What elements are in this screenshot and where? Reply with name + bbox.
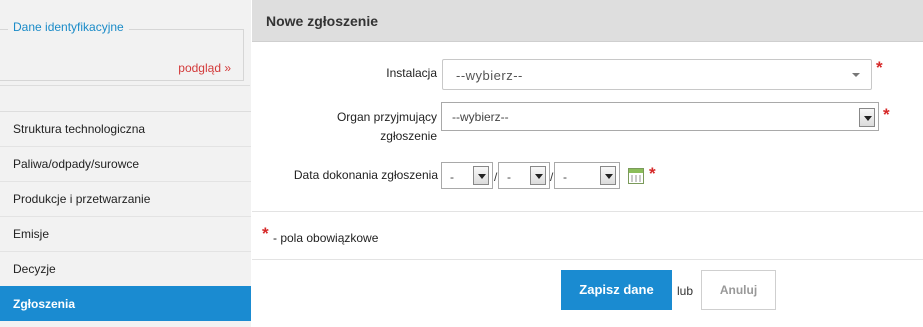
instalacja-select[interactable]: --wybierz-- [442,59,872,90]
actions-divider [252,259,923,260]
calendar-icon-header [629,169,643,173]
year-select[interactable]: - [554,162,620,189]
required-legend-text: - pola obowiązkowe [273,231,379,245]
month-select[interactable]: - [498,162,550,189]
app-root: Dane identyfikacyjne podgląd » Struktura… [0,0,923,327]
required-marker: * [649,164,656,183]
sidebar: Dane identyfikacyjne podgląd » Struktura… [0,0,251,327]
instalacja-label: Instalacja [386,66,437,80]
year-value: - [563,170,567,184]
sidebar-item-label: Paliwa/odpady/surowce [13,157,140,171]
instalacja-value: --wybierz-- [456,68,523,83]
form-divider [252,211,923,212]
date-separator: / [494,170,498,184]
sidebar-item-paliwa[interactable]: Paliwa/odpady/surowce [0,146,251,181]
page-title: Nowe zgłoszenie [266,13,379,29]
sidebar-item-label: Produkcje i przetwarzanie [13,192,151,206]
main-header: Nowe zgłoszenie [252,0,923,42]
main-panel: Nowe zgłoszenie Instalacja --wybierz-- *… [252,0,923,327]
sidebar-item-zgloszenia[interactable]: Zgłoszenia [0,286,251,321]
dropdown-button-icon[interactable] [530,166,546,185]
calendar-icon-grid [631,175,641,182]
calendar-icon[interactable] [628,168,644,184]
dropdown-button-icon[interactable] [473,166,489,185]
sidebar-item-label: Zgłoszenia [13,297,76,311]
organ-label-line2: zgłoszenie [380,129,437,143]
identification-panel: Dane identyfikacyjne podgląd » [0,0,250,86]
date-separator: / [550,170,554,184]
chevron-down-icon [852,73,860,77]
preview-link[interactable]: podgląd » [178,61,231,75]
organ-label-line1: Organ przyjmujący [336,110,437,124]
month-value: - [507,170,511,184]
save-button[interactable]: Zapisz dane [561,270,672,310]
sidebar-item-label: Emisje [13,227,50,241]
sidebar-item-produkcje[interactable]: Produkcje i przetwarzanie [0,181,251,216]
dropdown-button-icon[interactable] [859,108,875,127]
identification-title: Dane identyfikacyjne [8,20,129,34]
sidebar-item-emisje[interactable]: Emisje [0,216,251,251]
day-value: - [450,170,454,184]
required-marker: * [883,105,890,124]
sidebar-nav: Struktura technologiczna Paliwa/odpady/s… [0,111,251,321]
organ-select[interactable]: --wybierz-- [441,102,879,131]
data-label: Data dokonania zgłoszenia [293,168,438,182]
or-text: lub [677,284,694,298]
required-marker: * [262,224,269,243]
required-marker: * [876,58,883,77]
sidebar-item-label: Struktura technologiczna [13,122,146,136]
dropdown-button-icon[interactable] [600,166,616,185]
sidebar-item-label: Decyzje [13,262,56,276]
day-select[interactable]: - [441,162,493,189]
sidebar-item-struktura[interactable]: Struktura technologiczna [0,111,251,146]
sidebar-item-decyzje[interactable]: Decyzje [0,251,251,286]
organ-value: --wybierz-- [452,110,509,124]
cancel-button[interactable]: Anuluj [701,270,776,310]
